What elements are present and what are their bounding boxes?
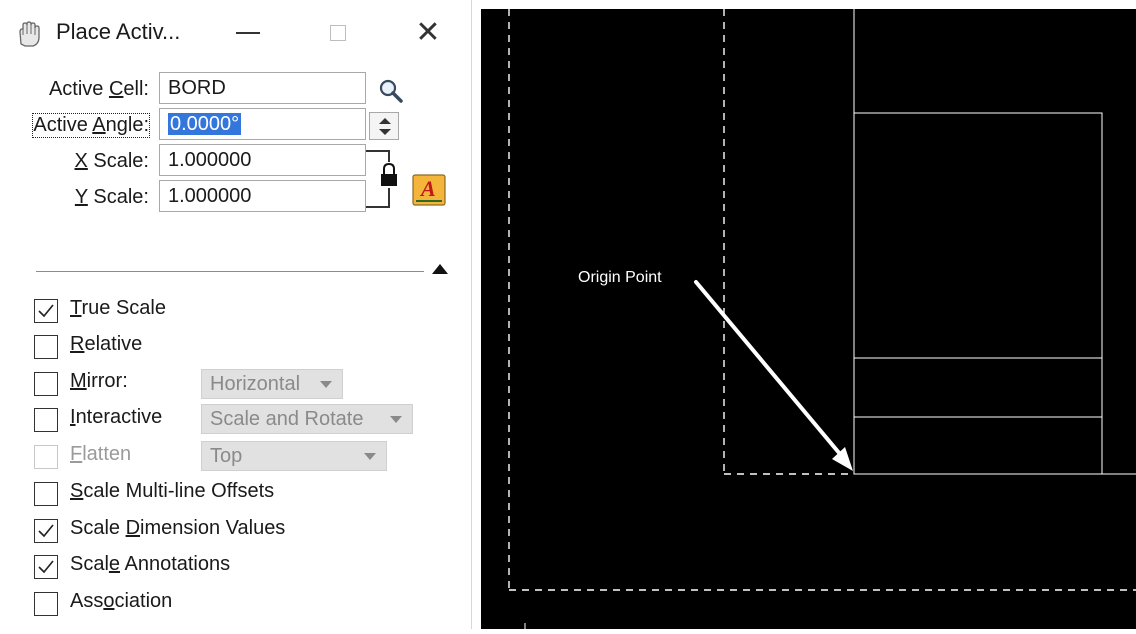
y-scale-label: Y Scale: [74,186,149,208]
flatten-dropdown: Top [201,441,387,471]
scale-multiline-checkbox[interactable] [34,482,58,506]
spin-up-icon[interactable] [379,118,391,124]
collapse-up-icon[interactable] [432,264,448,274]
mirror-dropdown[interactable]: Horizontal [201,369,343,399]
maximize-button[interactable] [308,12,368,54]
drawing-graphics [508,9,1136,629]
title-bar[interactable]: Place Activ... ✕ [0,0,472,62]
interactive-checkbox[interactable] [34,408,58,432]
cell-hand-icon [19,21,40,47]
angle-spinner[interactable] [369,112,399,140]
interactive-label: Interactive [70,406,163,428]
svg-text:A: A [419,176,436,201]
active-angle-label: Active Angle: [32,113,150,138]
scale-multiline-label: Scale Multi-line Offsets [70,480,275,502]
relative-checkbox[interactable] [34,335,58,359]
scale-annotations-label: Scale Annotations [70,553,231,575]
checkmark-icon [38,524,54,538]
origin-point-label: Origin Point [578,269,662,286]
scale-annotations-checkbox[interactable] [34,555,58,579]
x-scale-label: X Scale: [74,150,150,172]
relative-label: Relative [70,333,143,355]
search-icon[interactable] [378,78,404,104]
x-scale-input[interactable]: 1.000000 [159,144,366,176]
true-scale-label: True Scale [70,297,166,319]
chevron-down-icon [390,416,402,423]
active-cell-label: Active Cell: [48,78,149,100]
border-rectangle [853,112,1103,475]
flatten-checkbox [34,445,58,469]
text-style-icon[interactable]: A [412,174,446,206]
spin-down-icon[interactable] [379,129,391,135]
origin-arrow-shaft [694,280,847,462]
mirror-checkbox[interactable] [34,372,58,396]
true-scale-checkbox[interactable] [34,299,58,323]
flatten-label: Flatten [70,443,132,465]
association-checkbox[interactable] [34,592,58,616]
interactive-dropdown[interactable]: Scale and Rotate [201,404,413,434]
active-cell-input[interactable]: BORD [159,72,366,104]
close-button[interactable]: ✕ [398,12,458,54]
minimize-button[interactable] [218,12,278,54]
maximize-icon [330,25,346,41]
active-angle-input[interactable]: 0.0000° [159,108,366,140]
scale-dimension-checkbox[interactable] [34,519,58,543]
chevron-down-icon [320,381,332,388]
mirror-label: Mirror: [70,370,128,392]
minimize-icon [236,32,260,34]
checkmark-icon [38,560,54,574]
drawing-view[interactable]: Origin Point [481,9,1136,629]
association-label: Association [70,590,173,612]
y-scale-input[interactable]: 1.000000 [159,180,366,212]
scale-dimension-label: Scale Dimension Values [70,517,286,539]
close-icon: ✕ [415,16,441,49]
checkmark-icon [38,304,54,318]
lock-icon[interactable] [379,162,399,188]
place-active-cell-dialog: Place Activ... ✕ Active Cell: BORD Activ… [0,0,472,629]
window-title: Place Activ... [56,19,181,44]
chevron-down-icon [364,453,376,460]
section-divider [36,271,424,272]
